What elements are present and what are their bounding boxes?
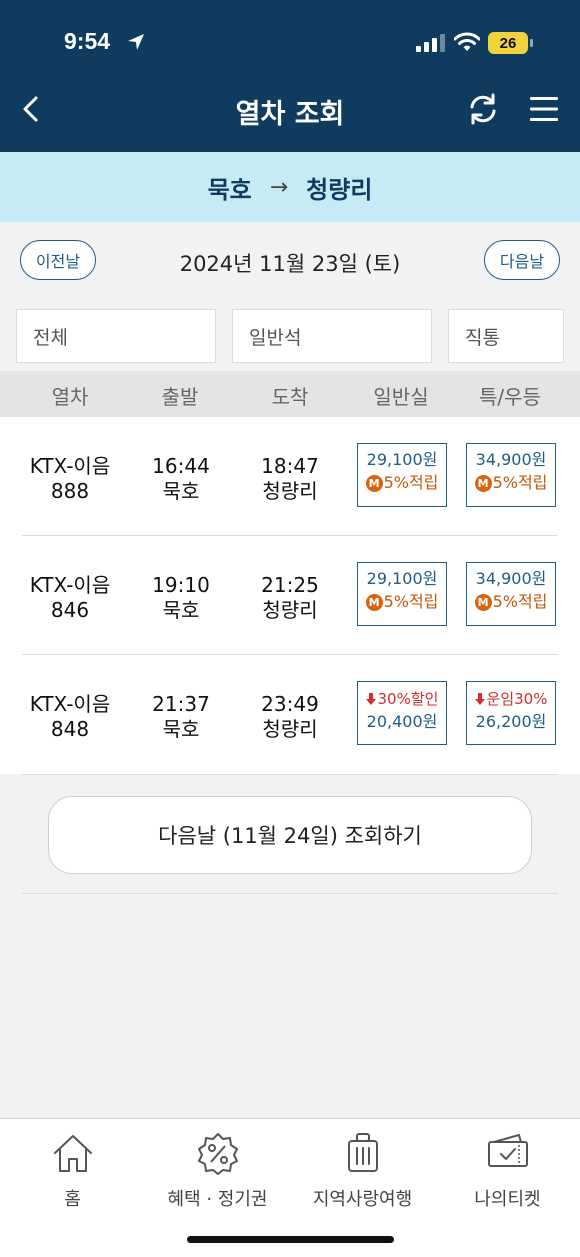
discount-text: 30%할인	[377, 690, 439, 708]
point-text: 5%적립	[492, 473, 548, 492]
arrival-info: 21:25 청량리	[235, 573, 345, 623]
battery-icon: 26	[488, 32, 534, 54]
arrival-time: 18:47	[261, 454, 319, 478]
train-number: 848	[50, 717, 90, 741]
point-note: M 5%적립	[467, 472, 555, 494]
refresh-icon[interactable]	[466, 92, 500, 126]
column-departure: 출발	[161, 385, 199, 409]
general-fare-button[interactable]: 30%할인 20,400원	[357, 681, 447, 745]
discount-note: 30%할인	[358, 689, 446, 709]
nav-benefits[interactable]: 혜택 · 정기권	[145, 1131, 290, 1211]
cellular-signal-icon	[416, 34, 445, 52]
mileage-badge-icon: M	[365, 593, 383, 611]
column-header: 열차 출발 도착 일반실 특/우등	[0, 371, 580, 417]
fare-price: 20,400원	[366, 712, 438, 731]
arrival-time: 23:49	[261, 692, 319, 716]
ticket-icon	[487, 1134, 528, 1167]
discount-note: 운임30%	[467, 689, 555, 709]
mileage-badge-icon: M	[365, 474, 383, 492]
direct-filter[interactable]: 직통	[448, 309, 564, 363]
nav-label: 나의티켓	[474, 1189, 541, 1210]
fare-price: 26,200원	[475, 712, 547, 731]
special-fare-button[interactable]: 운임30% 26,200원	[466, 681, 556, 745]
status-time: 9:54	[64, 28, 111, 54]
arrival-station: 청량리	[262, 717, 318, 741]
next-day-button[interactable]: 다음날	[484, 240, 560, 280]
departure-info: 19:10 묵호	[126, 573, 236, 623]
column-general: 일반실	[373, 385, 429, 409]
departure-station: 묵호	[162, 598, 200, 622]
departure-info: 16:44 묵호	[126, 454, 236, 504]
arrival-station: 청량리	[306, 175, 373, 204]
train-type-filter[interactable]: 전체	[16, 309, 216, 363]
point-text: 5%적립	[383, 473, 439, 492]
train-name: KTX-이음	[29, 454, 111, 478]
home-indicator[interactable]	[187, 1236, 394, 1243]
arrival-station: 청량리	[262, 479, 318, 503]
train-row: KTX-이음 848 21:37 묵호 23:49 청량리 30%할인 20,4…	[0, 655, 580, 774]
train-number: 846	[50, 598, 90, 622]
point-note: M 5%적립	[358, 472, 446, 494]
train-info: KTX-이음 846	[14, 573, 126, 623]
train-name: KTX-이음	[29, 692, 111, 716]
wifi-icon	[454, 32, 480, 51]
mileage-badge-icon: M	[474, 593, 492, 611]
column-train: 열차	[51, 385, 89, 409]
train-info: KTX-이음 848	[14, 692, 126, 742]
discount-badge-icon	[197, 1133, 238, 1175]
departure-station: 묵호	[207, 175, 252, 204]
train-number: 888	[50, 479, 90, 503]
route-bar: 묵호 → 청량리	[0, 152, 580, 222]
special-fare-button[interactable]: 34,900원 M 5%적립	[466, 562, 556, 626]
luggage-icon	[347, 1133, 378, 1172]
nav-my-ticket[interactable]: 나의티켓	[435, 1131, 580, 1211]
departure-time: 19:10	[152, 573, 210, 597]
train-row: KTX-이음 888 16:44 묵호 18:47 청량리 29,100원 M …	[0, 417, 580, 536]
fare-price: 34,900원	[475, 569, 547, 588]
general-fare-button[interactable]: 29,100원 M 5%적립	[357, 443, 447, 507]
arrival-info: 23:49 청량리	[235, 692, 345, 742]
general-fare-button[interactable]: 29,100원 M 5%적립	[357, 562, 447, 626]
discount-text: 운임30%	[486, 690, 548, 708]
fare-price: 29,100원	[366, 450, 438, 469]
nav-label: 지역사랑여행	[312, 1189, 413, 1210]
hamburger-menu-icon[interactable]	[530, 96, 558, 122]
departure-station: 묵호	[162, 479, 200, 503]
fare-price: 29,100원	[366, 569, 438, 588]
nav-home[interactable]: 홈	[0, 1131, 145, 1211]
train-name: KTX-이음	[29, 573, 111, 597]
home-icon	[53, 1135, 92, 1172]
point-note: M 5%적립	[467, 591, 555, 613]
departure-time: 16:44	[152, 454, 210, 478]
train-list: KTX-이음 888 16:44 묵호 18:47 청량리 29,100원 M …	[0, 417, 580, 774]
app-header: 9:54 26 열차 조회	[0, 0, 580, 152]
departure-station: 묵호	[162, 717, 200, 741]
departure-time: 21:37	[152, 692, 210, 716]
date-selector: 이전날 2024년 11월 23일 (토) 다음날	[0, 222, 580, 302]
nav-label: 혜택 · 정기권	[167, 1189, 268, 1210]
train-row: KTX-이음 846 19:10 묵호 21:25 청량리 29,100원 M …	[0, 536, 580, 655]
seat-class-filter[interactable]: 일반석	[232, 309, 432, 363]
down-arrow-icon	[365, 693, 376, 705]
battery-level: 26	[488, 32, 528, 54]
mileage-badge-icon: M	[474, 474, 492, 492]
departure-info: 21:37 묵호	[126, 692, 236, 742]
arrival-info: 18:47 청량리	[235, 454, 345, 504]
next-day-search-button[interactable]: 다음날 (11월 24일) 조회하기	[48, 796, 532, 874]
column-arrival: 도착	[271, 385, 309, 409]
arrival-station: 청량리	[262, 598, 318, 622]
route-arrow-icon: →	[269, 174, 289, 200]
column-special: 특/우등	[479, 385, 541, 409]
arrival-time: 21:25	[261, 573, 319, 597]
down-arrow-icon	[474, 693, 485, 705]
location-arrow-icon	[128, 34, 144, 50]
special-fare-button[interactable]: 34,900원 M 5%적립	[466, 443, 556, 507]
point-note: M 5%적립	[358, 591, 446, 613]
point-text: 5%적립	[492, 592, 548, 611]
train-info: KTX-이음 888	[14, 454, 126, 504]
nav-local-travel[interactable]: 지역사랑여행	[290, 1131, 435, 1211]
fare-price: 34,900원	[475, 450, 547, 469]
point-text: 5%적립	[383, 592, 439, 611]
nav-label: 홈	[64, 1189, 81, 1210]
